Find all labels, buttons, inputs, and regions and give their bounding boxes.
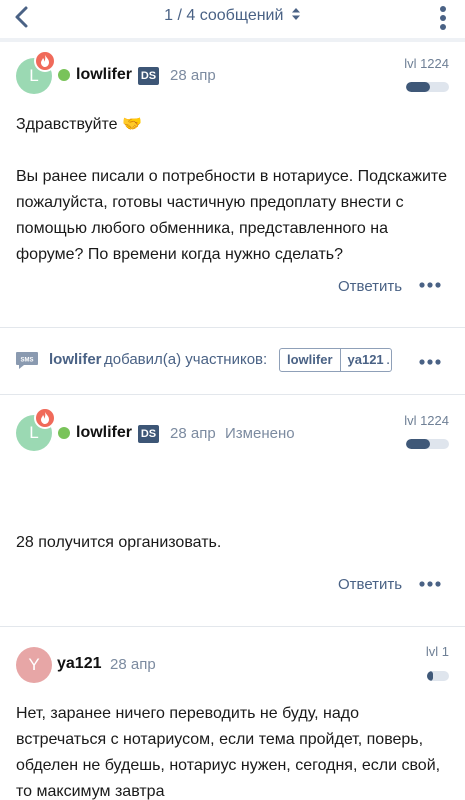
- post-date[interactable]: 28 апр: [170, 425, 216, 442]
- level-progress-fill: [406, 82, 430, 92]
- sms-icon: SMS: [16, 352, 38, 369]
- fire-badge-icon: [34, 50, 56, 72]
- topbar: 1 / 4 сообщений: [0, 0, 465, 36]
- user-level: lvl 1: [425, 644, 449, 659]
- user-group-badge: DS: [138, 425, 159, 443]
- post-body: Здравствуйте 🤝 Вы ранее писали о потребн…: [16, 116, 447, 263]
- more-horizontal-icon[interactable]: [419, 280, 441, 290]
- level-progress-bar: [406, 82, 449, 92]
- post-body: Нет, заранее ничего переводить не буду, …: [16, 705, 441, 800]
- post-author[interactable]: ya121: [57, 655, 102, 673]
- sort-arrows-icon: [291, 8, 300, 21]
- post-1: L lowlifer DS 28 апр lvl 1224 Здравствуй…: [0, 42, 465, 327]
- message-counter-label: 1 / 4 сообщений: [164, 7, 284, 24]
- online-status-dot: [58, 69, 70, 81]
- avatar[interactable]: L: [16, 407, 56, 455]
- post-2: L lowlifer DS 28 апр Изменено lvl 1224 2…: [0, 395, 465, 625]
- participants-added-notice: SMS lowlifer добавил(а) участников: lowl…: [0, 340, 465, 380]
- avatar[interactable]: Y: [16, 647, 56, 687]
- post-date[interactable]: 28 апр: [110, 656, 156, 673]
- post-date[interactable]: 28 апр: [170, 67, 216, 84]
- system-action-text: добавил(а) участников:: [104, 351, 268, 368]
- level-progress-fill: [406, 439, 430, 449]
- trailing-period: .: [386, 351, 391, 368]
- level-progress-bar: [406, 439, 449, 449]
- post-3: Y ya121 28 апр lvl 1 Нет, заранее ничего…: [0, 627, 465, 800]
- message-counter[interactable]: 1 / 4 сообщений: [0, 7, 465, 25]
- user-level: lvl 1224: [404, 56, 449, 71]
- more-vertical-icon[interactable]: [433, 5, 453, 31]
- user-group-badge: DS: [138, 67, 159, 85]
- post-author[interactable]: lowlifer: [76, 424, 132, 442]
- level-progress-bar: [427, 671, 449, 681]
- avatar-letter: Y: [16, 647, 52, 683]
- post-author[interactable]: lowlifer: [76, 66, 132, 84]
- more-horizontal-icon[interactable]: [419, 357, 441, 367]
- more-horizontal-icon[interactable]: [419, 579, 441, 589]
- reply-button[interactable]: Ответить: [338, 278, 402, 295]
- fire-badge-icon: [34, 407, 56, 429]
- participant-chip[interactable]: ya121: [339, 349, 391, 371]
- avatar[interactable]: L: [16, 50, 56, 98]
- user-level: lvl 1224: [404, 413, 449, 428]
- participant-chip[interactable]: lowlifer: [280, 349, 340, 371]
- system-user-link[interactable]: lowlifer: [49, 351, 102, 368]
- reply-button[interactable]: Ответить: [338, 576, 402, 593]
- divider: [0, 327, 465, 328]
- participants-list: lowlifer ya121: [279, 348, 392, 372]
- sms-icon-label: SMS: [20, 358, 33, 364]
- edited-label: Изменено: [225, 425, 295, 442]
- level-progress-fill: [427, 671, 433, 681]
- post-body: 28 получится организовать.: [16, 534, 222, 551]
- online-status-dot: [58, 427, 70, 439]
